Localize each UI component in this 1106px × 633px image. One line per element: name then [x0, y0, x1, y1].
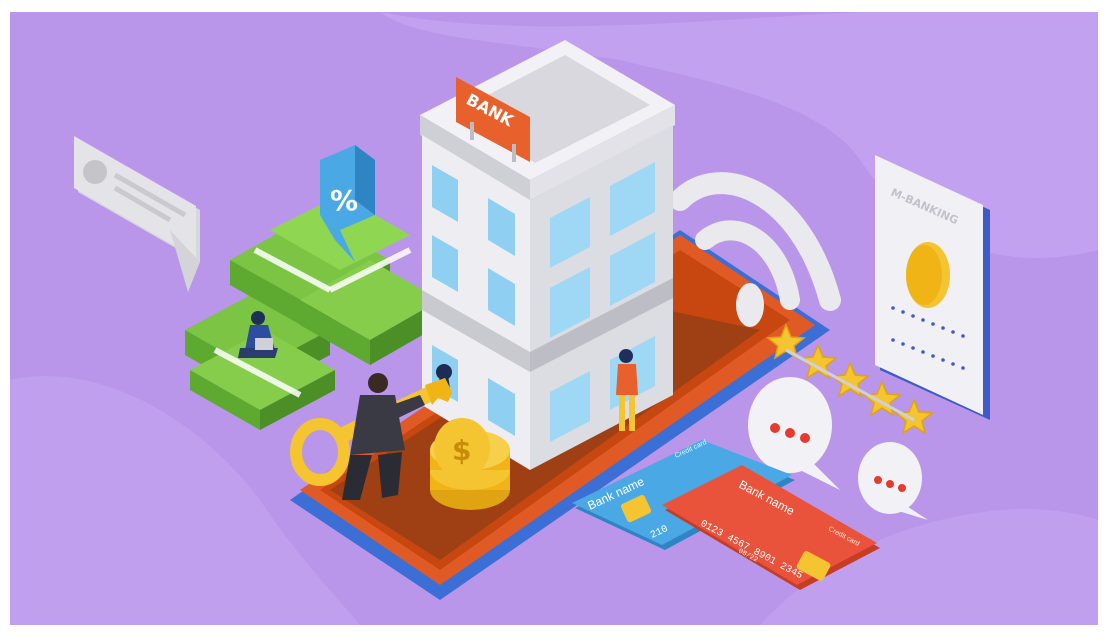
- dollar-icon: $: [452, 434, 471, 467]
- percent-symbol: %: [330, 184, 358, 217]
- banking-illustration: M-BANKING % BANK $ Bank name Credit card…: [10, 12, 1098, 625]
- bank-building: BANK: [420, 40, 675, 470]
- illustration-stage: M-BANKING % BANK $ Bank name Credit card…: [0, 0, 1106, 633]
- user-avatar-icon: [83, 160, 107, 184]
